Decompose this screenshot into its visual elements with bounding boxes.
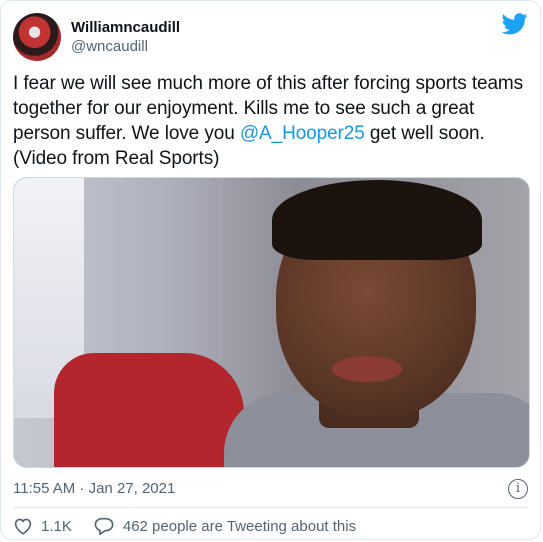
twitter-bird-icon[interactable] — [502, 13, 528, 35]
like-count: 1.1K — [41, 517, 72, 535]
divider — [13, 507, 528, 508]
reply-button[interactable]: 462 people are Tweeting about this — [94, 517, 356, 535]
tweet-actions: 1.1K 462 people are Tweeting about this — [13, 516, 356, 536]
tweet-header: Williamncaudill @wncaudill — [13, 13, 530, 63]
avatar[interactable] — [13, 13, 61, 61]
author-display-name[interactable]: Williamncaudill — [71, 19, 180, 37]
speech-bubble-icon — [94, 517, 114, 535]
tweeting-about-text: 462 people are Tweeting about this — [122, 517, 357, 535]
video-thumbnail[interactable] — [13, 177, 530, 468]
author-block[interactable]: Williamncaudill @wncaudill — [71, 19, 180, 56]
tweet-text: I fear we will see much more of this aft… — [13, 71, 528, 171]
mention-link[interactable]: @A_Hooper25 — [240, 123, 365, 144]
tweet-card: Williamncaudill @wncaudill I fear we wil… — [0, 0, 541, 540]
heart-icon — [14, 518, 32, 535]
author-handle[interactable]: @wncaudill — [71, 37, 180, 56]
tweet-timestamp[interactable]: 11:55 AM · Jan 27, 2021 — [13, 480, 175, 498]
info-icon[interactable]: i — [508, 479, 528, 499]
like-button[interactable]: 1.1K — [13, 517, 94, 535]
